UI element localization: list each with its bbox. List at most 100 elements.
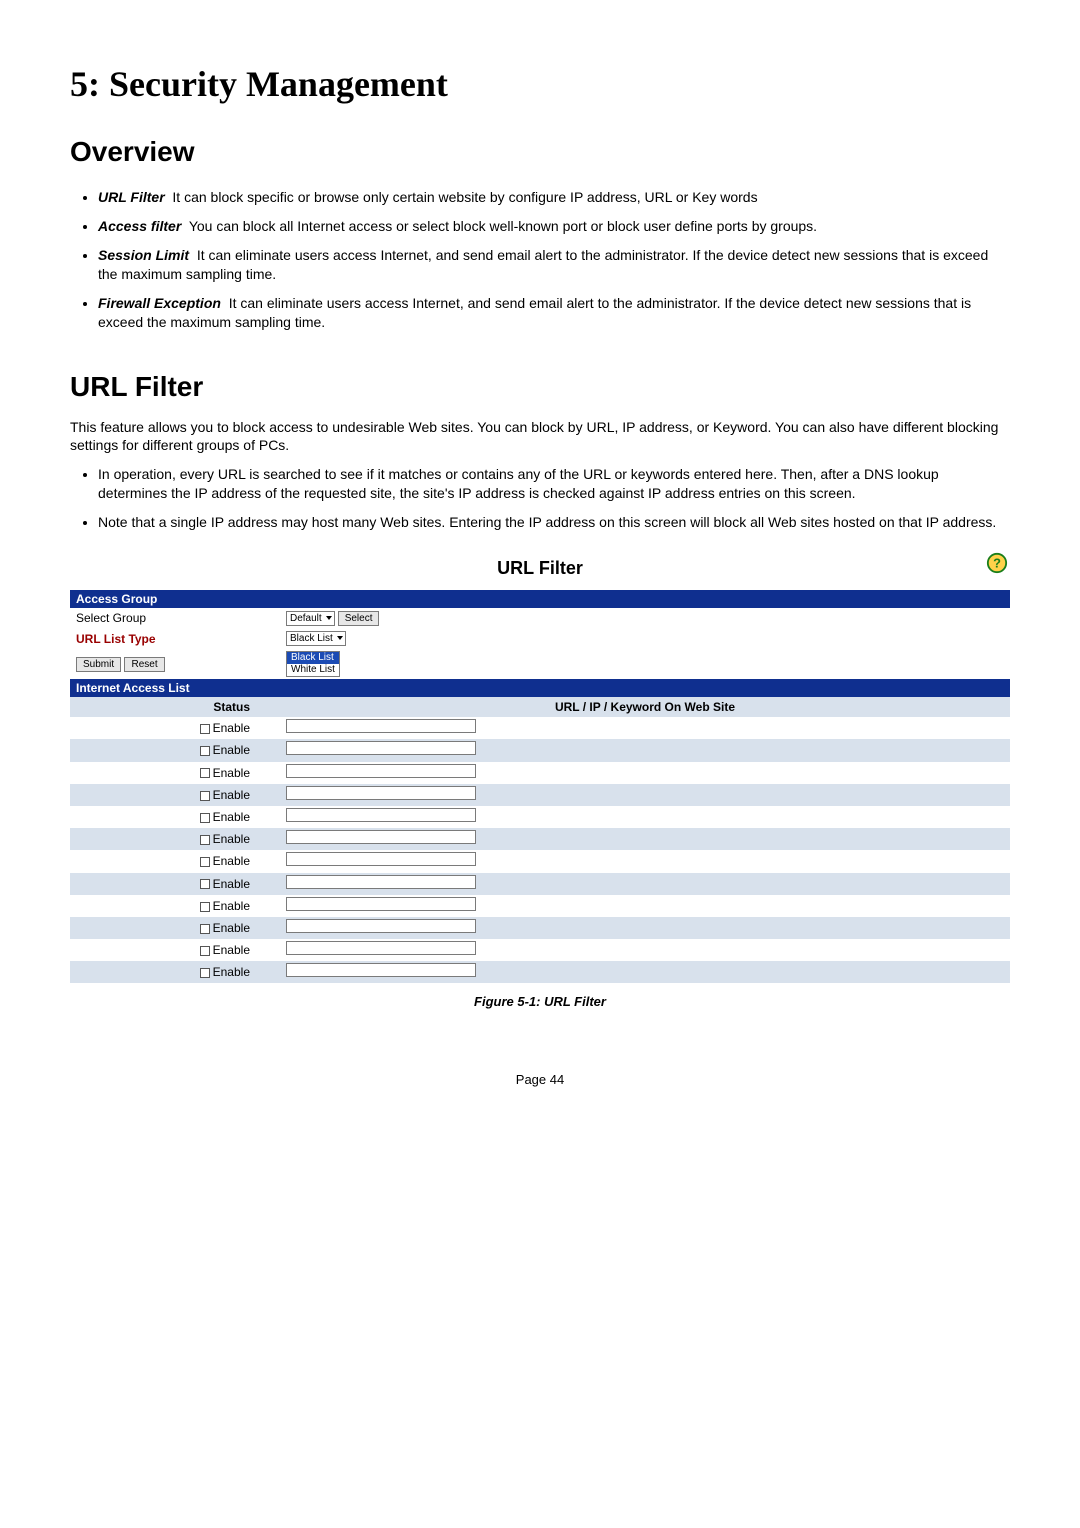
- status-cell: Enable: [70, 828, 280, 850]
- svg-text:?: ?: [993, 556, 1001, 571]
- url-input[interactable]: [286, 764, 476, 778]
- url-cell: [280, 895, 1010, 917]
- url-input[interactable]: [286, 786, 476, 800]
- enable-label: Enable: [213, 788, 250, 802]
- table-row: Enable: [70, 828, 1010, 850]
- status-cell: Enable: [70, 784, 280, 806]
- enable-label: Enable: [213, 877, 250, 891]
- url-list-type-options[interactable]: Black List White List: [286, 651, 340, 677]
- overview-list: URL Filter It can block specific or brow…: [70, 188, 1010, 331]
- table-row: Enable: [70, 895, 1010, 917]
- select-group-value: Default: [290, 612, 322, 625]
- url-list-type-label: URL List Type: [76, 631, 286, 647]
- select-group-dropdown[interactable]: Default: [286, 611, 335, 626]
- overview-item: Firewall Exception It can eliminate user…: [98, 294, 1010, 332]
- url-input[interactable]: [286, 741, 476, 755]
- status-cell: Enable: [70, 762, 280, 784]
- url-cell: [280, 739, 1010, 761]
- chapter-title: 5: Security Management: [70, 60, 1010, 109]
- url-input[interactable]: [286, 919, 476, 933]
- url-cell: [280, 961, 1010, 983]
- url-cell: [280, 850, 1010, 872]
- url-filter-heading: URL Filter: [70, 368, 1010, 406]
- url-filter-bullets: In operation, every URL is searched to s…: [70, 465, 1010, 532]
- url-input[interactable]: [286, 830, 476, 844]
- overview-item-desc: It can eliminate users access Internet, …: [98, 295, 971, 330]
- url-input[interactable]: [286, 875, 476, 889]
- status-cell: Enable: [70, 961, 280, 983]
- figure-title: URL Filter: [497, 556, 583, 580]
- table-row: Enable: [70, 850, 1010, 872]
- url-cell: [280, 806, 1010, 828]
- reset-button[interactable]: Reset: [124, 657, 164, 672]
- table-row: Enable: [70, 961, 1010, 983]
- col-status: Status: [70, 697, 280, 717]
- access-group-header: Access Group: [70, 590, 1010, 608]
- enable-checkbox[interactable]: [200, 857, 210, 867]
- url-input[interactable]: [286, 852, 476, 866]
- url-input[interactable]: [286, 963, 476, 977]
- status-cell: Enable: [70, 850, 280, 872]
- url-cell: [280, 828, 1010, 850]
- select-group-label: Select Group: [76, 610, 286, 626]
- submit-button[interactable]: Submit: [76, 657, 121, 672]
- status-cell: Enable: [70, 739, 280, 761]
- enable-label: Enable: [213, 743, 250, 757]
- enable-label: Enable: [213, 943, 250, 957]
- enable-checkbox[interactable]: [200, 768, 210, 778]
- enable-label: Enable: [213, 832, 250, 846]
- list-option-black[interactable]: Black List: [287, 652, 339, 664]
- status-cell: Enable: [70, 873, 280, 895]
- enable-checkbox[interactable]: [200, 968, 210, 978]
- enable-label: Enable: [213, 766, 250, 780]
- enable-checkbox[interactable]: [200, 791, 210, 801]
- url-cell: [280, 762, 1010, 784]
- url-cell: [280, 873, 1010, 895]
- url-filter-bullet: In operation, every URL is searched to s…: [98, 465, 1010, 503]
- help-icon[interactable]: ?: [986, 552, 1008, 579]
- enable-checkbox[interactable]: [200, 902, 210, 912]
- url-input[interactable]: [286, 941, 476, 955]
- enable-checkbox[interactable]: [200, 924, 210, 934]
- overview-item-name: Access filter: [98, 218, 181, 234]
- overview-item-desc: You can block all Internet access or sel…: [189, 218, 817, 234]
- url-input[interactable]: [286, 897, 476, 911]
- overview-item-name: Session Limit: [98, 247, 189, 263]
- figure-url-filter: URL Filter ? Access Group Select Group D…: [70, 550, 1010, 1011]
- list-option-white[interactable]: White List: [287, 664, 339, 676]
- internet-access-header: Internet Access List: [70, 679, 1010, 697]
- internet-access-table: Status URL / IP / Keyword On Web Site En…: [70, 697, 1010, 983]
- overview-item-desc: It can block specific or browse only cer…: [172, 189, 757, 205]
- enable-checkbox[interactable]: [200, 724, 210, 734]
- table-row: Enable: [70, 739, 1010, 761]
- url-list-type-value: Black List: [290, 632, 333, 645]
- table-row: Enable: [70, 806, 1010, 828]
- url-input[interactable]: [286, 808, 476, 822]
- url-cell: [280, 717, 1010, 739]
- select-button[interactable]: Select: [338, 611, 380, 626]
- url-cell: [280, 784, 1010, 806]
- url-input[interactable]: [286, 719, 476, 733]
- overview-item: Access filter You can block all Internet…: [98, 217, 1010, 236]
- table-row: Enable: [70, 784, 1010, 806]
- url-list-type-dropdown[interactable]: Black List: [286, 631, 346, 646]
- enable-checkbox[interactable]: [200, 746, 210, 756]
- status-cell: Enable: [70, 806, 280, 828]
- col-url: URL / IP / Keyword On Web Site: [280, 697, 1010, 717]
- enable-checkbox[interactable]: [200, 946, 210, 956]
- url-cell: [280, 939, 1010, 961]
- url-cell: [280, 917, 1010, 939]
- enable-label: Enable: [213, 899, 250, 913]
- table-row: Enable: [70, 939, 1010, 961]
- enable-label: Enable: [213, 721, 250, 735]
- enable-label: Enable: [213, 965, 250, 979]
- status-cell: Enable: [70, 895, 280, 917]
- enable-checkbox[interactable]: [200, 813, 210, 823]
- status-cell: Enable: [70, 917, 280, 939]
- enable-checkbox[interactable]: [200, 835, 210, 845]
- status-cell: Enable: [70, 939, 280, 961]
- enable-checkbox[interactable]: [200, 879, 210, 889]
- overview-item-name: URL Filter: [98, 189, 165, 205]
- url-filter-intro: This feature allows you to block access …: [70, 418, 1010, 456]
- enable-label: Enable: [213, 921, 250, 935]
